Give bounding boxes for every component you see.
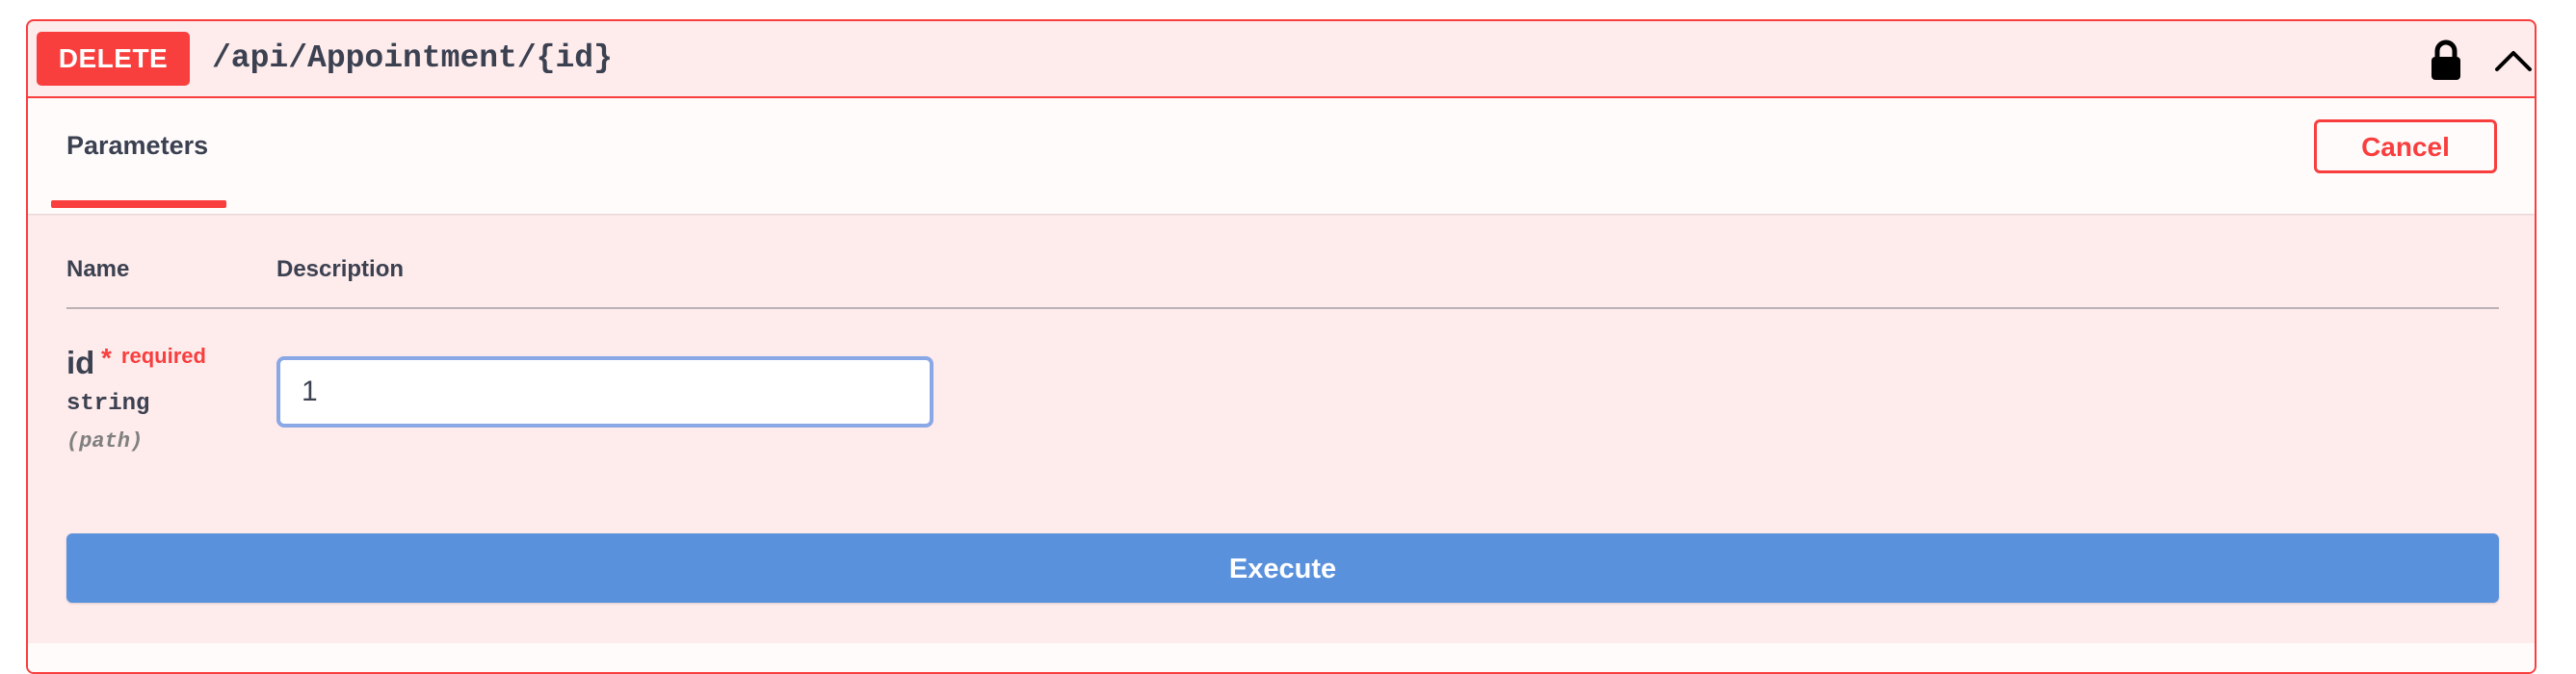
header-divider	[66, 307, 2499, 309]
endpoint-path: /api/Appointment/{id}	[212, 40, 613, 76]
required-label: required	[120, 344, 206, 368]
lock-icon[interactable]	[2429, 39, 2463, 81]
http-method-badge: DELETE	[37, 32, 190, 86]
id-parameter-input[interactable]	[276, 356, 933, 428]
parameter-location: (path)	[66, 429, 144, 454]
chevron-up-icon[interactable]	[2493, 42, 2534, 77]
column-header-name: Name	[66, 256, 130, 282]
execute-button[interactable]: Execute	[66, 533, 2499, 603]
required-star: *	[101, 343, 112, 373]
operation-summary[interactable]: DELETE /api/Appointment/{id}	[28, 21, 2535, 98]
required-indicator: * required	[101, 343, 206, 374]
active-tab-indicator	[51, 200, 226, 208]
operation-tab-header: Parameters Cancel	[28, 98, 2535, 214]
responses-section-edge	[28, 643, 2535, 672]
tab-parameters[interactable]: Parameters	[66, 131, 208, 161]
parameter-name: id	[66, 345, 95, 380]
cancel-button[interactable]: Cancel	[2314, 119, 2497, 173]
operation-block-delete: DELETE /api/Appointment/{id} Parameters …	[26, 19, 2537, 674]
parameter-type: string	[66, 391, 150, 417]
column-header-description: Description	[276, 256, 405, 282]
